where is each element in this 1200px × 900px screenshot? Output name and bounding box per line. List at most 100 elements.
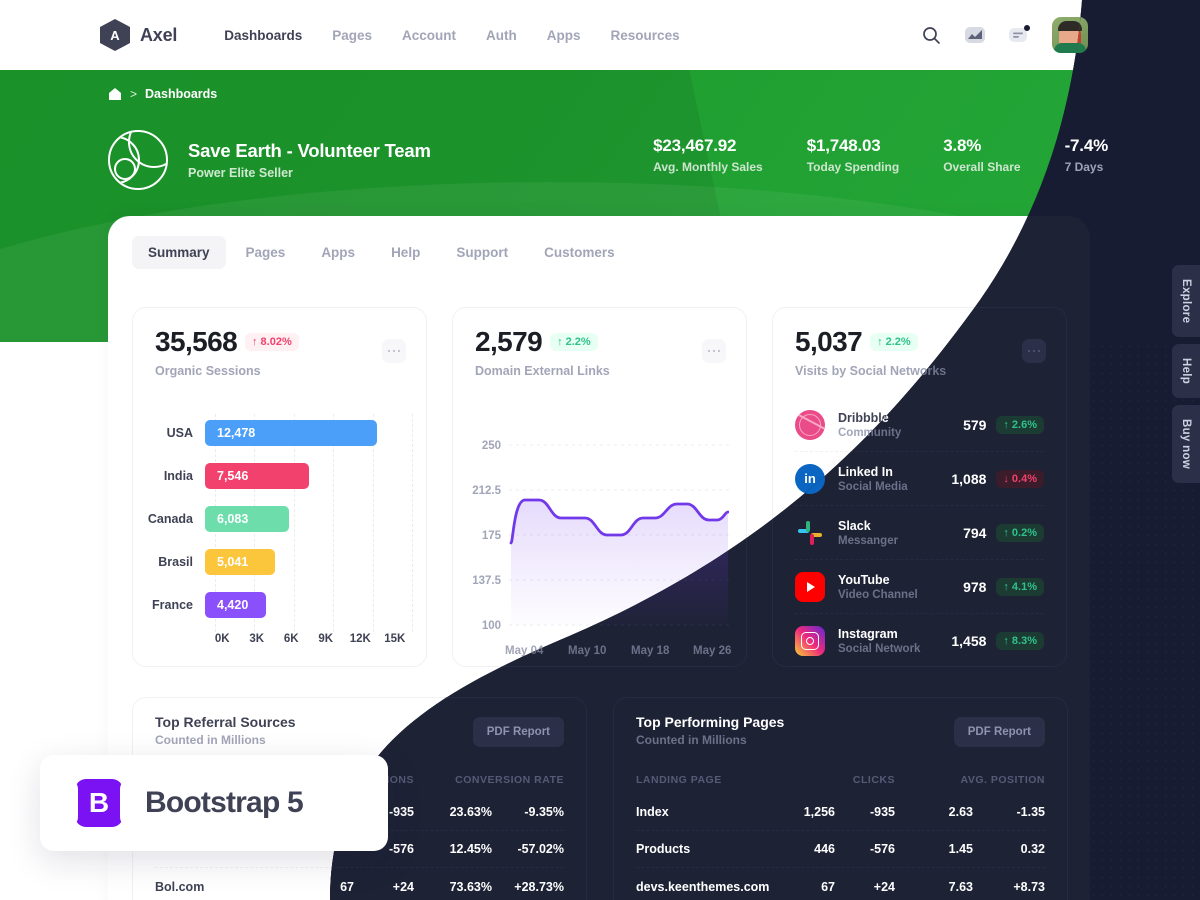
hero-stat-overall-share: 3.8% Overall Share: [943, 136, 1020, 174]
nav-link-resources[interactable]: Resources: [611, 28, 680, 43]
notifications-icon[interactable]: [1008, 24, 1030, 46]
table-row[interactable]: Products 446 -576 1.45 0.32: [636, 831, 1045, 868]
td-rate-delta: -57.02%: [517, 842, 564, 856]
x-tick: 6K: [283, 633, 299, 645]
td-position-delta: +8.73: [1013, 879, 1045, 894]
td-rate: 12.45%: [449, 842, 492, 856]
table-header-row: LANDING PAGE CLICKS AVG. POSITION: [636, 766, 1045, 794]
rail-button-explore[interactable]: Explore: [1172, 265, 1200, 338]
bootstrap-icon: B: [68, 779, 130, 827]
td-clicks: 1,256: [803, 805, 835, 819]
td-source: Bol.com: [155, 879, 205, 894]
hero-stat-avg-monthly-sales: $23,467.92 Avg. Monthly Sales: [653, 136, 763, 174]
list-item[interactable]: Slack Messanger 794 ↑0.2%: [795, 506, 1044, 560]
social-value-cell: 1,088: [951, 470, 987, 487]
td-clicks-delta: +24: [873, 879, 895, 894]
social-value-cell: 794: [963, 524, 987, 541]
td-rate: 23.63%: [449, 805, 492, 819]
social-more-options-icon[interactable]: [1022, 339, 1046, 363]
brand-logo-icon: A: [100, 19, 130, 51]
organic-more-options-icon[interactable]: [382, 339, 406, 363]
nav-links: Dashboards Pages Account Auth Apps Resou…: [224, 28, 679, 43]
td-position: 1.45: [948, 842, 973, 856]
domain-label: Domain External Links: [475, 364, 610, 378]
pages-title: Top Performing Pages: [636, 714, 785, 730]
tab-customers[interactable]: Customers: [528, 236, 631, 269]
brand[interactable]: A Axel: [100, 19, 177, 51]
social-value-cell: 1,458: [951, 633, 987, 649]
x-tick: May 18: [631, 645, 670, 657]
breadcrumb-current[interactable]: Dashboards: [145, 87, 217, 101]
pages-table-dark: LANDING PAGE CLICKS AVG. POSITION Index …: [636, 766, 1045, 900]
hero-stats: $23,467.92 Avg. Monthly Sales $1,748.03 …: [653, 136, 1108, 174]
td-position-delta: -1.35: [1016, 805, 1045, 819]
organic-value: 35,568: [155, 326, 238, 357]
nav-link-apps[interactable]: Apps: [547, 28, 581, 43]
y-tick: 250: [481, 440, 501, 452]
team-subtitle: Power Elite Seller: [188, 166, 293, 180]
referral-title: Top Referral Sources: [155, 714, 296, 730]
hero-stat-label: Today Spending: [806, 160, 900, 174]
domain-value: 2,579: [475, 326, 543, 357]
arrow-up-icon: ↑: [557, 336, 563, 348]
social-sub: Video Channel: [838, 588, 918, 601]
hero-stat-value: $1,748.03: [806, 136, 881, 155]
table-row[interactable]: devs.keenthemes.com 67 +24 7.63 +8.73: [636, 868, 1045, 900]
bar-category: Canada: [147, 512, 193, 526]
instagram-icon: [795, 626, 825, 656]
organic-label: Organic Sessions: [155, 364, 261, 378]
tab-support[interactable]: Support: [440, 236, 524, 269]
bar-category: USA: [166, 426, 193, 440]
td-sessions-delta: +24: [392, 879, 414, 894]
tab-help[interactable]: Help: [375, 236, 436, 269]
td-rate: 73.63%: [449, 879, 492, 894]
list-item[interactable]: Instagram Social Network 1,458 ↑8.3%: [795, 614, 1044, 668]
youtube-icon: [795, 572, 825, 602]
tab-summary[interactable]: Summary: [132, 236, 226, 269]
pages-subtitle: Counted in Millions: [636, 733, 747, 747]
pages-pdf-report-button[interactable]: PDF Report: [954, 717, 1045, 747]
nav-link-account[interactable]: Account: [402, 28, 456, 43]
social-name: Linked In: [838, 464, 893, 479]
td-landing-page: devs.keenthemes.com: [636, 879, 770, 894]
hero-stat-value: -7.4%: [1064, 136, 1108, 155]
list-item[interactable]: YouTube Video Channel 978 ↑4.1%: [795, 560, 1044, 614]
rail-button-buy-now[interactable]: Buy now: [1172, 405, 1200, 484]
social-value-cell: 978: [963, 578, 987, 595]
hero-stat-7-days: -7.4% 7 Days: [1065, 136, 1108, 174]
td-clicks: 67: [821, 879, 835, 894]
referral-subtitle: Counted in Millions: [155, 733, 266, 747]
organic-delta-badge: ↑8.02%: [245, 333, 299, 351]
th-conversion-rate: CONVERSION RATE: [455, 774, 564, 786]
nav-link-dashboards[interactable]: Dashboards: [224, 28, 302, 43]
app-screen: A Axel Dashboards Pages Account Auth App…: [0, 0, 1200, 900]
table-row[interactable]: Index 1,256 -935 2.63 -1.35: [636, 794, 1045, 831]
td-clicks: 446: [814, 842, 835, 856]
bar-category: India: [163, 469, 193, 483]
rail-button-help[interactable]: Help: [1172, 344, 1200, 399]
slack-icon: [795, 518, 825, 548]
referral-pdf-report-button[interactable]: PDF Report: [473, 717, 564, 747]
social-delta-badge: ↑2.2%: [870, 333, 918, 351]
bar-row: France 4,420: [143, 590, 412, 620]
tab-pages[interactable]: Pages: [230, 236, 302, 269]
arrow-up-icon: ↑: [1003, 418, 1009, 431]
domain-more-options-icon[interactable]: [702, 339, 726, 363]
social-sub: Social Media: [838, 480, 908, 493]
x-tick: 15K: [384, 633, 406, 645]
th-landing-page: LANDING PAGE: [636, 774, 722, 786]
breadcrumb-separator: >: [130, 87, 138, 101]
bar-category: France: [152, 598, 193, 612]
breadcrumb: > Dashboards: [108, 87, 217, 101]
x-tick: 12K: [349, 633, 371, 645]
card-organic-sessions: 35,568 ↑ 8.02% Organic Sessions USA 12,478…: [132, 307, 427, 667]
chart-icon[interactable]: [964, 24, 986, 46]
td-position: 7.63: [948, 879, 973, 894]
search-icon[interactable]: [920, 24, 942, 46]
nav-link-pages[interactable]: Pages: [332, 28, 372, 43]
social-delta: ↑8.3%: [996, 632, 1044, 650]
nav-link-auth[interactable]: Auth: [486, 28, 517, 43]
bootstrap-promo-card[interactable]: B Bootstrap 5: [40, 755, 388, 851]
tab-apps[interactable]: Apps: [305, 236, 371, 269]
side-rail: Explore Help Buy now: [1172, 265, 1200, 484]
